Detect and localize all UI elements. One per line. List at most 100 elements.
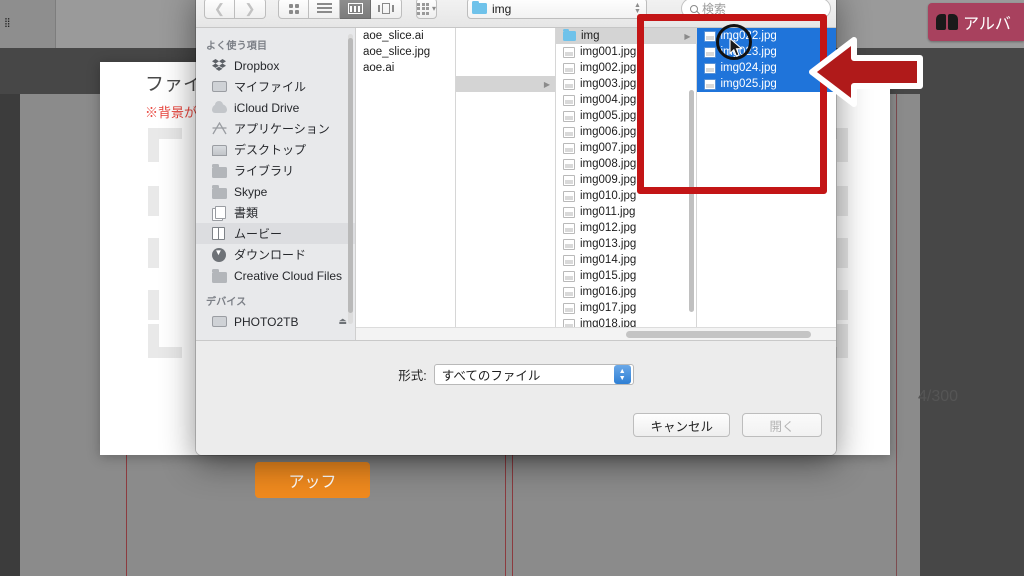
sidebar-scrollbar-thumb[interactable] bbox=[348, 38, 353, 313]
updown-stepper-icon[interactable]: ▲ ▼ bbox=[613, 365, 631, 384]
list-item-selected[interactable]: ▶ bbox=[456, 76, 555, 92]
horizontal-scrollbar-track[interactable] bbox=[356, 327, 836, 340]
chevron-right-icon: ❯ bbox=[244, 0, 256, 16]
list-item[interactable]: img013.jpg bbox=[556, 236, 696, 252]
image-file-icon bbox=[563, 142, 575, 154]
sidebar-item-applications[interactable]: アプリケーション bbox=[196, 118, 355, 139]
column-scrollbar-thumb[interactable] bbox=[688, 90, 694, 312]
open-button[interactable]: 開く bbox=[742, 413, 822, 437]
icon-view-button[interactable] bbox=[278, 0, 309, 19]
list-item[interactable]: img003.jpg bbox=[556, 76, 696, 92]
list-item[interactable]: aoe_slice.ai bbox=[356, 28, 455, 44]
list-item[interactable] bbox=[456, 44, 555, 60]
updown-stepper-icon: ▲ ▼ bbox=[634, 1, 641, 15]
layout-guide-line bbox=[896, 94, 897, 576]
list-item[interactable]: aoe_slice.jpg bbox=[356, 44, 455, 60]
list-item[interactable]: img006.jpg bbox=[556, 124, 696, 140]
sidebar-item-label: Skype bbox=[234, 184, 268, 199]
album-button-label: アルバ bbox=[963, 16, 1011, 33]
folder-icon bbox=[472, 0, 488, 14]
path-popup-button[interactable]: img ▲ ▼ bbox=[467, 0, 648, 19]
dropzone-dash bbox=[148, 238, 159, 268]
back-button[interactable]: ❮ bbox=[204, 0, 235, 19]
sidebar-item-my-files[interactable]: マイファイル bbox=[196, 76, 355, 97]
list-item[interactable]: aoe.ai bbox=[356, 60, 455, 76]
path-label: img bbox=[492, 1, 512, 16]
list-item[interactable]: img016.jpg bbox=[556, 284, 696, 300]
gallery-view-button[interactable] bbox=[371, 0, 402, 19]
list-item[interactable]: img009.jpg bbox=[556, 172, 696, 188]
list-item[interactable]: img012.jpg bbox=[556, 220, 696, 236]
sidebar-item-label: iCloud Drive bbox=[234, 100, 300, 115]
applications-icon bbox=[212, 121, 227, 136]
sidebar-item-library[interactable]: ライブラリ bbox=[196, 160, 355, 181]
sidebar-item-icloud-drive[interactable]: iCloud Drive bbox=[196, 97, 355, 118]
sidebar-item-desktop[interactable]: デスクトップ bbox=[196, 139, 355, 160]
file-column-c[interactable]: img ▶ img001.jpg img002.jpg img003.jpg i… bbox=[556, 28, 697, 340]
disk-icon bbox=[212, 315, 227, 329]
search-input[interactable]: 検索 bbox=[681, 0, 832, 19]
arrange-icon bbox=[417, 2, 429, 15]
file-label: img005.jpg bbox=[580, 110, 637, 122]
dropzone-dash bbox=[148, 186, 159, 216]
image-file-icon bbox=[563, 46, 575, 58]
horizontal-scrollbar-thumb[interactable] bbox=[626, 331, 811, 338]
chevron-right-icon: ▶ bbox=[543, 79, 550, 89]
list-item-selected[interactable]: img ▶ bbox=[556, 28, 696, 44]
column-view-button[interactable] bbox=[340, 0, 371, 19]
dialog-footer: 形式: すべてのファイル ▲ ▼ キャンセル 開く bbox=[196, 340, 836, 455]
image-file-icon bbox=[563, 174, 575, 186]
list-item[interactable]: img004.jpg bbox=[556, 92, 696, 108]
disk-icon bbox=[212, 80, 227, 94]
list-item[interactable]: img008.jpg bbox=[556, 156, 696, 172]
sidebar-item-dropbox[interactable]: Dropbox bbox=[196, 55, 355, 76]
documents-icon bbox=[212, 205, 227, 221]
background-topbar-left: ⣿ bbox=[0, 0, 56, 48]
file-label: img016.jpg bbox=[580, 286, 637, 298]
list-item[interactable] bbox=[456, 60, 555, 76]
image-file-icon bbox=[563, 158, 575, 170]
file-column-b[interactable]: ▶ | | bbox=[456, 28, 556, 340]
sidebar-item-skype[interactable]: Skype bbox=[196, 181, 355, 202]
image-file-icon bbox=[563, 222, 575, 234]
list-item[interactable]: img010.jpg bbox=[556, 188, 696, 204]
arrange-button[interactable]: ▾ bbox=[416, 0, 438, 19]
image-file-icon bbox=[563, 126, 575, 138]
file-label: aoe_slice.jpg bbox=[363, 46, 431, 58]
sidebar-item-label: デスクトップ bbox=[234, 143, 307, 157]
list-view-button[interactable] bbox=[309, 0, 340, 19]
sidebar-item-creative-cloud-files[interactable]: Creative Cloud Files bbox=[196, 265, 355, 286]
file-label: aoe_slice.ai bbox=[363, 30, 424, 42]
sidebar-item-downloads[interactable]: ダウンロード bbox=[196, 244, 355, 265]
sidebar-item-label: 書類 bbox=[234, 206, 259, 220]
upload-button[interactable]: アッフ bbox=[255, 462, 370, 498]
list-item[interactable]: img005.jpg bbox=[556, 108, 696, 124]
file-column-a[interactable]: aoe_slice.ai aoe_slice.jpg aoe.ai | | bbox=[356, 28, 456, 340]
sidebar-item-movies[interactable]: ムービー bbox=[196, 223, 355, 244]
list-item[interactable] bbox=[456, 28, 555, 44]
cancel-button[interactable]: キャンセル bbox=[633, 413, 730, 437]
format-select[interactable]: すべてのファイル ▲ ▼ bbox=[433, 364, 634, 385]
list-item[interactable]: img002.jpg bbox=[556, 60, 696, 76]
list-item[interactable]: img017.jpg bbox=[556, 300, 696, 316]
file-label: img011.jpg bbox=[580, 206, 636, 218]
movie-icon bbox=[212, 226, 227, 241]
album-button[interactable]: アルバ bbox=[928, 3, 1024, 41]
image-file-icon bbox=[563, 270, 575, 282]
list-item[interactable]: img007.jpg bbox=[556, 140, 696, 156]
list-item[interactable]: img011.jpg bbox=[556, 204, 696, 220]
list-item[interactable]: img014.jpg bbox=[556, 252, 696, 268]
sidebar-item-documents[interactable]: 書類 bbox=[196, 202, 355, 223]
folder-icon bbox=[212, 164, 227, 178]
list-item[interactable]: img015.jpg bbox=[556, 268, 696, 284]
dialog-action-buttons: キャンセル 開く bbox=[633, 413, 822, 437]
list-item[interactable]: img001.jpg bbox=[556, 44, 696, 60]
eject-icon[interactable]: ⏏ bbox=[338, 316, 347, 327]
navigation-buttons: ❮ ❯ bbox=[204, 0, 266, 19]
sidebar-item-photo2tb[interactable]: PHOTO2TB ⏏ bbox=[196, 311, 355, 332]
image-file-icon bbox=[563, 62, 575, 74]
file-label: img014.jpg bbox=[580, 254, 637, 266]
image-file-icon bbox=[703, 46, 716, 58]
cloud-icon bbox=[212, 100, 227, 115]
forward-button[interactable]: ❯ bbox=[235, 0, 266, 19]
